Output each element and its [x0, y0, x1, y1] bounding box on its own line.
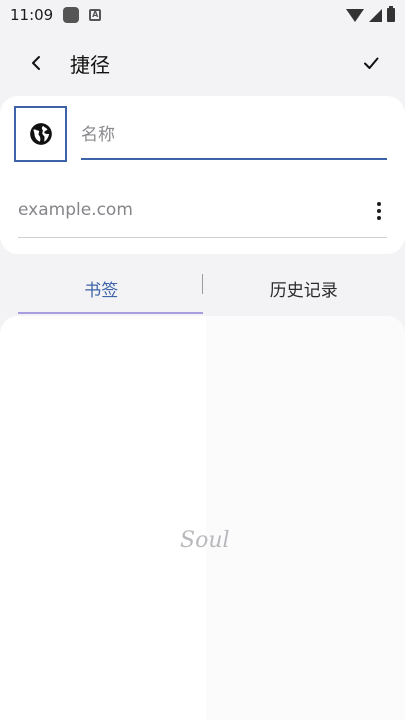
status-indicators — [346, 6, 395, 22]
chevron-left-icon — [32, 56, 40, 70]
soul-watermark: Soul — [180, 528, 230, 553]
more-options-button[interactable] — [367, 196, 391, 226]
tab-history-label: 历史记录 — [269, 280, 338, 301]
more-vertical-icon-dot — [377, 202, 381, 206]
favicon-button[interactable] — [14, 106, 67, 162]
confirm-button[interactable] — [351, 43, 391, 83]
name-placeholder: 名称 — [81, 125, 115, 145]
a-icon: A — [89, 9, 102, 21]
content-panel: Soul — [0, 316, 405, 720]
app-bar: 捷径 — [0, 40, 405, 86]
back-button[interactable] — [16, 43, 56, 83]
more-vertical-icon-dot — [377, 209, 381, 213]
shortcut-form-card: 名称 example.com — [0, 96, 405, 254]
name-input[interactable]: 名称 — [81, 112, 387, 160]
tab-history[interactable]: 历史记录 — [203, 262, 405, 314]
status-bar: 11:09 A — [0, 0, 405, 30]
globe-icon — [29, 123, 52, 145]
tab-bookmarks-label: 书签 — [84, 280, 119, 301]
page-title: 捷径 — [70, 52, 110, 77]
wifi-icon — [346, 8, 364, 22]
app-icon — [63, 7, 80, 23]
signal-icon — [369, 8, 382, 22]
battery-icon — [387, 6, 395, 22]
content-panel-left — [0, 316, 206, 720]
status-time: 11:09 — [10, 6, 54, 24]
tab-indicator — [18, 312, 203, 314]
url-placeholder: example.com — [18, 200, 133, 220]
tab-bookmarks[interactable]: 书签 — [0, 262, 203, 314]
check-icon — [364, 57, 379, 69]
tab-bar: 书签 历史记录 — [0, 262, 405, 314]
url-input[interactable]: example.com — [18, 194, 387, 238]
tab-divider — [202, 274, 203, 294]
more-vertical-icon-dot — [377, 216, 381, 220]
